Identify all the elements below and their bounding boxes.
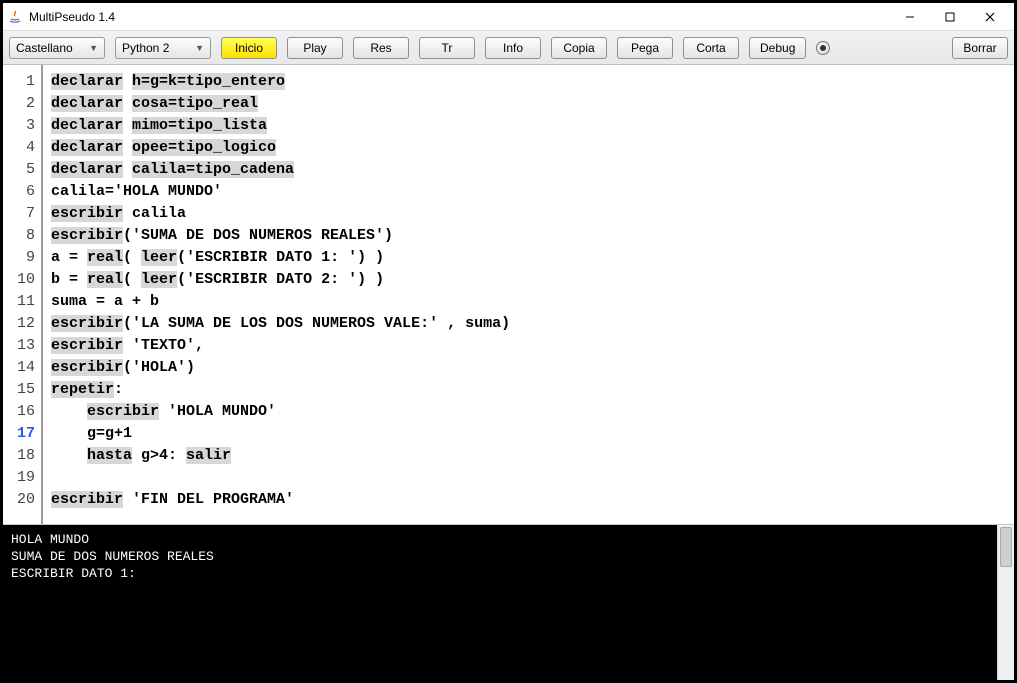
console-scrollbar[interactable]	[997, 525, 1014, 680]
editor-area: 1234567891011121314151617181920 declarar…	[3, 65, 1014, 680]
maximize-button[interactable]	[930, 4, 970, 30]
line-number: 14	[3, 357, 35, 379]
info-button[interactable]: Info	[485, 37, 541, 59]
line-number: 18	[3, 445, 35, 467]
pega-button[interactable]: Pega	[617, 37, 673, 59]
line-number: 5	[3, 159, 35, 181]
java-icon	[7, 9, 23, 25]
line-number: 9	[3, 247, 35, 269]
python-select-value: Python 2	[122, 41, 169, 55]
tr-button[interactable]: Tr	[419, 37, 475, 59]
toolbar: Castellano ▼ Python 2 ▼ Inicio Play Res …	[3, 31, 1014, 65]
code-line[interactable]: declarar h=g=k=tipo_entero	[51, 71, 1014, 93]
code-content[interactable]: declarar h=g=k=tipo_enterodeclarar cosa=…	[43, 65, 1014, 524]
titlebar: MultiPseudo 1.4	[3, 3, 1014, 31]
code-line[interactable]: escribir('HOLA')	[51, 357, 1014, 379]
app-window: MultiPseudo 1.4 Castellano ▼ Python 2 ▼ …	[0, 0, 1017, 683]
code-line[interactable]: escribir calila	[51, 203, 1014, 225]
line-number: 4	[3, 137, 35, 159]
code-line[interactable]: declarar opee=tipo_logico	[51, 137, 1014, 159]
language-select[interactable]: Castellano ▼	[9, 37, 105, 59]
code-line[interactable]: declarar cosa=tipo_real	[51, 93, 1014, 115]
chevron-down-icon: ▼	[89, 43, 98, 53]
code-line[interactable]: b = real( leer('ESCRIBIR DATO 2: ') )	[51, 269, 1014, 291]
code-line[interactable]: suma = a + b	[51, 291, 1014, 313]
scrollbar-thumb[interactable]	[1000, 527, 1012, 567]
code-line[interactable]: escribir 'FIN DEL PROGRAMA'	[51, 489, 1014, 511]
line-number: 8	[3, 225, 35, 247]
line-number: 3	[3, 115, 35, 137]
line-number: 11	[3, 291, 35, 313]
code-line[interactable]: hasta g>4: salir	[51, 445, 1014, 467]
code-line[interactable]: escribir 'HOLA MUNDO'	[51, 401, 1014, 423]
line-number: 15	[3, 379, 35, 401]
line-number: 16	[3, 401, 35, 423]
code-line[interactable]: g=g+1	[51, 423, 1014, 445]
play-button[interactable]: Play	[287, 37, 343, 59]
minimize-button[interactable]	[890, 4, 930, 30]
code-line[interactable]: escribir('LA SUMA DE LOS DOS NUMEROS VAL…	[51, 313, 1014, 335]
res-button[interactable]: Res	[353, 37, 409, 59]
line-number: 10	[3, 269, 35, 291]
copia-button[interactable]: Copia	[551, 37, 607, 59]
code-line[interactable]: declarar mimo=tipo_lista	[51, 115, 1014, 137]
code-line[interactable]: declarar calila=tipo_cadena	[51, 159, 1014, 181]
line-gutter: 1234567891011121314151617181920	[3, 65, 43, 524]
code-line[interactable]: calila='HOLA MUNDO'	[51, 181, 1014, 203]
line-number: 1	[3, 71, 35, 93]
code-editor[interactable]: 1234567891011121314151617181920 declarar…	[3, 65, 1014, 525]
line-number: 20	[3, 489, 35, 511]
line-number: 19	[3, 467, 35, 489]
code-line[interactable]: escribir 'TEXTO',	[51, 335, 1014, 357]
line-number: 6	[3, 181, 35, 203]
chevron-down-icon: ▼	[195, 43, 204, 53]
console-panel: HOLA MUNDO SUMA DE DOS NUMEROS REALES ES…	[3, 525, 1014, 680]
borrar-button[interactable]: Borrar	[952, 37, 1008, 59]
line-number: 12	[3, 313, 35, 335]
debug-radio[interactable]	[816, 41, 830, 55]
inicio-button[interactable]: Inicio	[221, 37, 277, 59]
console-output[interactable]: HOLA MUNDO SUMA DE DOS NUMEROS REALES ES…	[3, 525, 997, 680]
line-number: 17	[3, 423, 35, 445]
line-number: 13	[3, 335, 35, 357]
code-line[interactable]	[51, 467, 1014, 489]
close-button[interactable]	[970, 4, 1010, 30]
python-select[interactable]: Python 2 ▼	[115, 37, 211, 59]
debug-button[interactable]: Debug	[749, 37, 806, 59]
language-select-value: Castellano	[16, 41, 73, 55]
line-number: 7	[3, 203, 35, 225]
code-line[interactable]: escribir('SUMA DE DOS NUMEROS REALES')	[51, 225, 1014, 247]
line-number: 2	[3, 93, 35, 115]
window-title: MultiPseudo 1.4	[29, 10, 890, 24]
code-line[interactable]: a = real( leer('ESCRIBIR DATO 1: ') )	[51, 247, 1014, 269]
corta-button[interactable]: Corta	[683, 37, 739, 59]
code-line[interactable]: repetir:	[51, 379, 1014, 401]
